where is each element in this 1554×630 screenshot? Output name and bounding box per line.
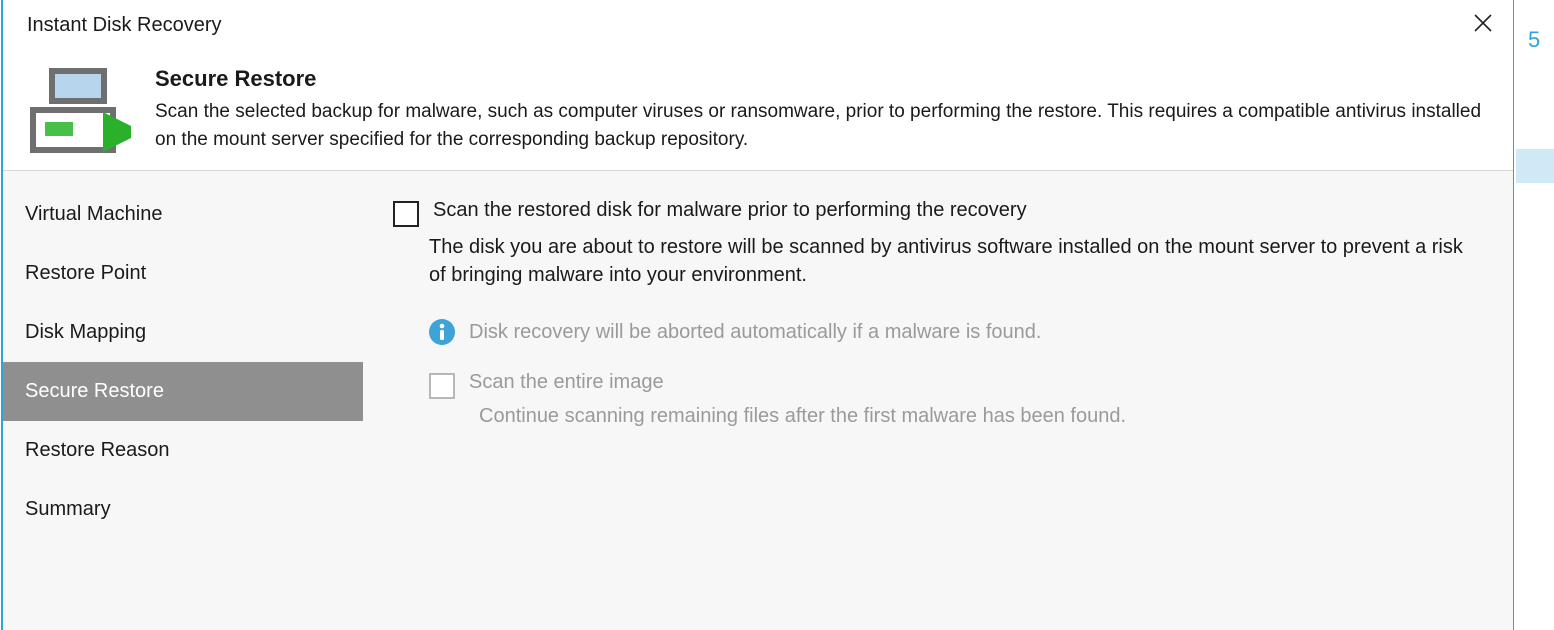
- info-note-text: Disk recovery will be aborted automatica…: [469, 321, 1041, 344]
- header-description: Scan the selected backup for malware, su…: [155, 98, 1489, 153]
- sidebar-item-label: Restore Point: [25, 262, 146, 284]
- scan-entire-image-description: Continue scanning remaining files after …: [479, 405, 1483, 428]
- sidebar-item-label: Restore Reason: [25, 439, 170, 461]
- dialog-header: Secure Restore Scan the selected backup …: [3, 46, 1513, 171]
- wizard-content: Scan the restored disk for malware prior…: [363, 171, 1513, 630]
- scan-malware-checkbox[interactable]: [393, 201, 419, 227]
- wizard-sidebar: Virtual Machine Restore Point Disk Mappi…: [3, 171, 363, 630]
- sidebar-item-virtual-machine[interactable]: Virtual Machine: [3, 185, 363, 244]
- scan-malware-option[interactable]: Scan the restored disk for malware prior…: [393, 199, 1483, 227]
- info-icon: [429, 319, 455, 345]
- scan-entire-image-option: Scan the entire image: [429, 371, 1483, 399]
- parent-window-edge: 5: [1512, 0, 1554, 630]
- dialog-title: Instant Disk Recovery: [27, 14, 222, 37]
- info-note-row: Disk recovery will be aborted automatica…: [429, 319, 1483, 345]
- sidebar-item-restore-point[interactable]: Restore Point: [3, 244, 363, 303]
- sidebar-item-disk-mapping[interactable]: Disk Mapping: [3, 303, 363, 362]
- sidebar-item-label: Secure Restore: [25, 380, 164, 402]
- scan-malware-label: Scan the restored disk for malware prior…: [433, 199, 1027, 222]
- dialog-body: Virtual Machine Restore Point Disk Mappi…: [3, 171, 1513, 630]
- parent-highlight: [1516, 149, 1554, 183]
- sidebar-item-label: Virtual Machine: [25, 203, 162, 225]
- close-icon: [1474, 11, 1492, 39]
- parent-text-fragment: 5: [1528, 27, 1540, 53]
- sidebar-item-restore-reason[interactable]: Restore Reason: [3, 421, 363, 480]
- scan-malware-description: The disk you are about to restore will b…: [429, 233, 1483, 289]
- sidebar-item-label: Summary: [25, 498, 111, 520]
- close-button[interactable]: [1461, 8, 1505, 42]
- sidebar-item-secure-restore[interactable]: Secure Restore: [3, 362, 363, 421]
- sidebar-item-summary[interactable]: Summary: [3, 480, 363, 539]
- scan-entire-image-checkbox: [429, 373, 455, 399]
- instant-disk-recovery-dialog: Instant Disk Recovery: [1, 0, 1513, 630]
- header-title: Secure Restore: [155, 66, 1489, 92]
- dialog-titlebar: Instant Disk Recovery: [3, 0, 1513, 46]
- sidebar-item-label: Disk Mapping: [25, 321, 146, 343]
- scan-entire-image-label: Scan the entire image: [469, 371, 664, 394]
- secure-restore-icon: [27, 66, 131, 154]
